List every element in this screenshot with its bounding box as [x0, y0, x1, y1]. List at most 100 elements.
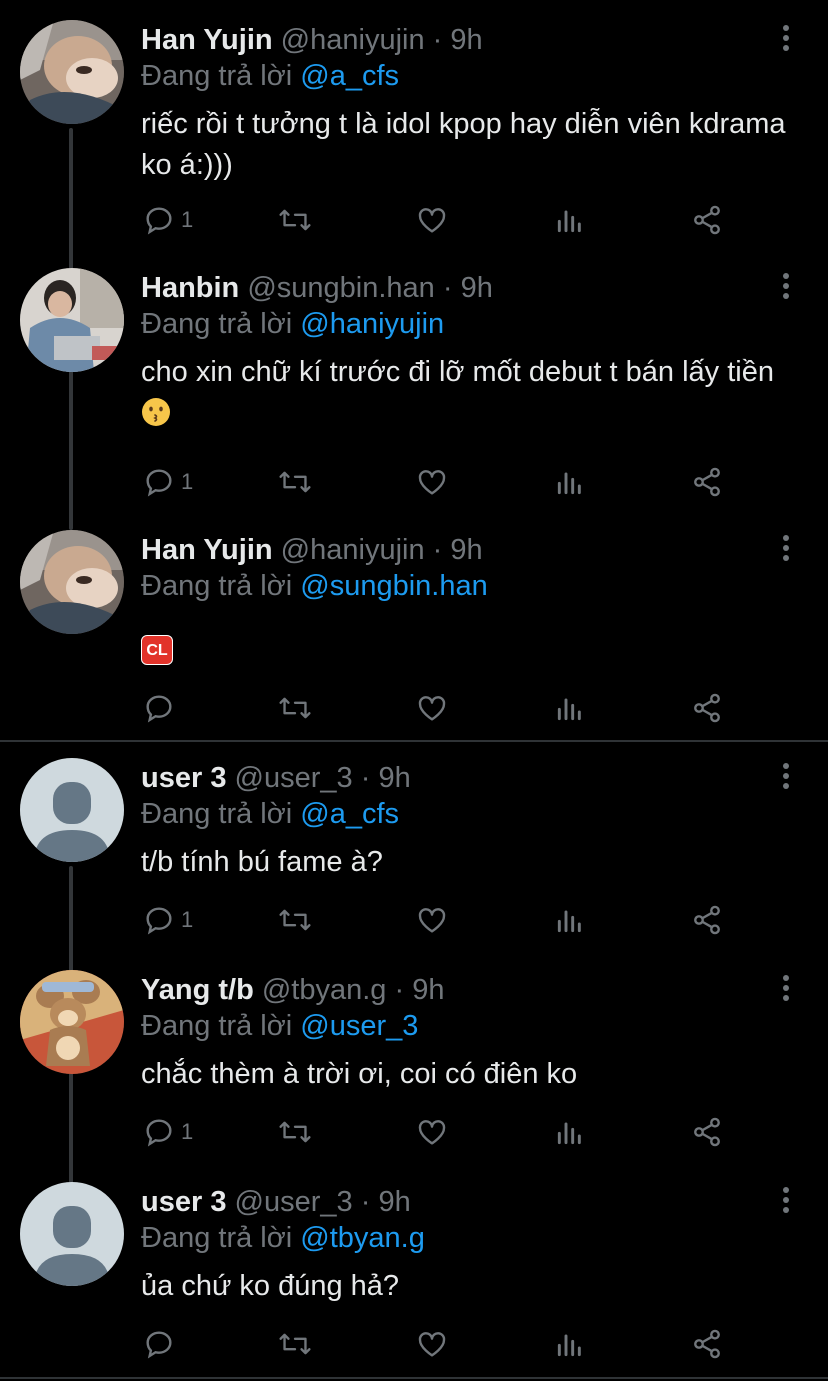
more-icon[interactable] [774, 1184, 798, 1214]
reply-button[interactable]: 1 [143, 462, 193, 502]
mention-link[interactable]: @sungbin.han [300, 570, 487, 602]
separator: · [432, 24, 443, 56]
like-button[interactable] [416, 462, 448, 502]
tweet-text-container: cho xin chữ kí trước đi lỡ mốt debut t b… [141, 352, 801, 434]
separator: · [360, 1186, 371, 1218]
replying-prefix: Đang trả lời [141, 798, 293, 830]
timestamp[interactable]: 9h [450, 534, 482, 566]
avatar-photo-hanbin [20, 268, 124, 372]
tweet-header: Han Yujin @haniyujin · 9h [141, 22, 483, 58]
timestamp[interactable]: 9h [412, 974, 444, 1006]
reply-button[interactable] [143, 1324, 175, 1364]
share-button[interactable] [691, 900, 723, 940]
share-icon [694, 1117, 720, 1147]
reply-icon [146, 695, 172, 723]
separator: · [394, 974, 405, 1006]
views-button[interactable] [555, 1112, 585, 1152]
mention-link[interactable]: @tbyan.g [300, 1222, 425, 1254]
views-button[interactable] [555, 900, 585, 940]
views-icon [557, 1334, 581, 1357]
handle[interactable]: @haniyujin [281, 534, 425, 566]
views-button[interactable] [555, 1324, 585, 1364]
share-button[interactable] [691, 1324, 723, 1364]
replying-prefix: Đang trả lời [141, 1222, 293, 1254]
action-bar: 1 [141, 900, 741, 940]
retweet-button[interactable] [278, 1324, 312, 1364]
reply-count: 1 [181, 207, 194, 232]
more-icon[interactable] [774, 22, 798, 52]
reply-button[interactable] [143, 688, 175, 728]
replying-to: Đang trả lời @tbyan.g [141, 1220, 425, 1256]
replying-to: Đang trả lời @a_cfs [141, 58, 399, 94]
handle[interactable]: @tbyan.g [262, 974, 387, 1006]
mention-link[interactable]: @haniyujin [300, 308, 444, 340]
retweet-button[interactable] [278, 688, 312, 728]
tweet-header: user 3 @user_3 · 9h [141, 1184, 411, 1220]
more-icon[interactable] [774, 972, 798, 1002]
display-name[interactable]: Han Yujin [141, 534, 273, 566]
views-button[interactable] [555, 200, 585, 240]
handle[interactable]: @user_3 [235, 762, 353, 794]
share-button[interactable] [691, 1112, 723, 1152]
timestamp[interactable]: 9h [378, 1186, 410, 1218]
timestamp[interactable]: 9h [461, 272, 493, 304]
like-button[interactable] [416, 200, 448, 240]
action-bar [141, 688, 741, 728]
like-button[interactable] [416, 688, 448, 728]
display-name[interactable]: Hanbin [141, 272, 239, 304]
mention-link[interactable]: @user_3 [300, 1010, 418, 1042]
tweet-header: Yang t/b @tbyan.g · 9h [141, 972, 445, 1008]
avatar-photo-han-yujin [20, 20, 124, 124]
display-name[interactable]: user 3 [141, 762, 226, 794]
retweet-icon [279, 1121, 311, 1143]
reply-count: 1 [181, 469, 194, 494]
reply-button[interactable]: 1 [143, 900, 193, 940]
retweet-button[interactable] [278, 200, 312, 240]
avatar[interactable] [20, 970, 124, 1074]
share-button[interactable] [691, 200, 723, 240]
avatar[interactable] [20, 268, 124, 372]
handle[interactable]: @sungbin.han [247, 272, 434, 304]
like-button[interactable] [416, 1112, 448, 1152]
share-icon [694, 693, 720, 723]
display-name[interactable]: Yang t/b [141, 974, 254, 1006]
reply-icon [146, 469, 172, 497]
reply-button[interactable]: 1 [143, 200, 193, 240]
avatar[interactable] [20, 1182, 124, 1286]
share-button[interactable] [691, 462, 723, 502]
handle[interactable]: @haniyujin [281, 24, 425, 56]
views-button[interactable] [555, 688, 585, 728]
more-icon[interactable] [774, 532, 798, 562]
views-button[interactable] [555, 462, 585, 502]
avatar[interactable] [20, 530, 124, 634]
like-button[interactable] [416, 900, 448, 940]
share-button[interactable] [691, 688, 723, 728]
like-button[interactable] [416, 1324, 448, 1364]
avatar[interactable] [20, 20, 124, 124]
timestamp[interactable]: 9h [378, 762, 410, 794]
retweet-button[interactable] [278, 462, 312, 502]
reply-count: 1 [181, 907, 194, 932]
views-icon [557, 698, 581, 721]
replying-prefix: Đang trả lời [141, 1010, 293, 1042]
replying-to: Đang trả lời @haniyujin [141, 306, 444, 342]
reply-button[interactable]: 1 [143, 1112, 193, 1152]
like-icon [418, 696, 446, 721]
more-icon[interactable] [774, 760, 798, 790]
display-name[interactable]: Han Yujin [141, 24, 273, 56]
more-icon[interactable] [774, 270, 798, 300]
action-bar: 1 [141, 200, 741, 240]
avatar[interactable] [20, 758, 124, 862]
display-name[interactable]: user 3 [141, 1186, 226, 1218]
timestamp[interactable]: 9h [450, 24, 482, 56]
tweet-header: Hanbin @sungbin.han · 9h [141, 270, 493, 306]
handle[interactable]: @user_3 [235, 1186, 353, 1218]
retweet-button[interactable] [278, 900, 312, 940]
mention-link[interactable]: @a_cfs [300, 60, 399, 92]
views-icon [557, 472, 581, 495]
replying-to: Đang trả lời @user_3 [141, 1008, 418, 1044]
tweet-header: user 3 @user_3 · 9h [141, 760, 411, 796]
mention-link[interactable]: @a_cfs [300, 798, 399, 830]
retweet-button[interactable] [278, 1112, 312, 1152]
share-icon [694, 467, 720, 497]
